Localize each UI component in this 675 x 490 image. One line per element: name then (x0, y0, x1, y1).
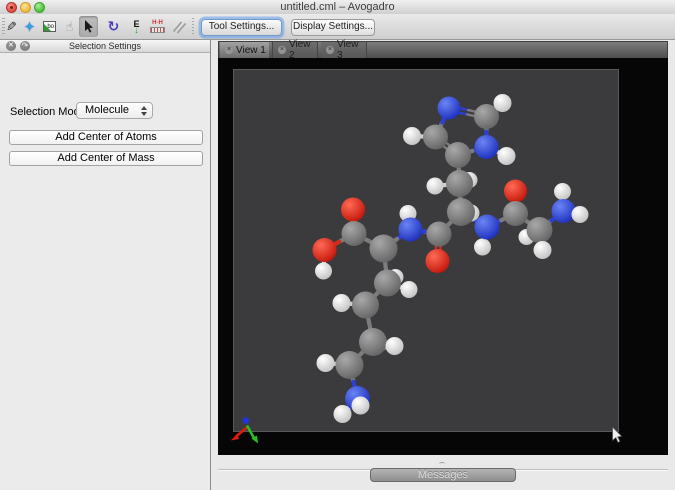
tab-view-3[interactable]: × View 3 (321, 42, 367, 58)
main-area: × View 1 × View 2 × View 3 Messages (211, 40, 675, 490)
window-title: untitled.cml – Avogadro (0, 1, 675, 14)
splitter-handle[interactable] (439, 462, 445, 466)
cursor-arrow-icon (83, 20, 95, 34)
tab-view-2[interactable]: × View 2 (272, 42, 318, 58)
align-lines-icon (172, 20, 186, 34)
panel-header: ✕ ↷ Selection Settings (0, 40, 210, 53)
selection-mode-dropdown[interactable]: Molecule (76, 102, 153, 119)
manipulate-tool-button[interactable]: ☝ (60, 16, 79, 37)
add-center-of-atoms-button[interactable]: Add Center of Atoms (9, 130, 203, 145)
bond-centric-tool-button[interactable]: bo (40, 16, 59, 37)
toolbar-separator (192, 18, 194, 36)
navigate-star-icon: ✦ (23, 18, 36, 36)
bond-order-icon: bo (43, 21, 56, 32)
display-settings-button[interactable]: Display Settings... (291, 19, 375, 36)
tab-close-icon[interactable]: × (225, 46, 233, 54)
align-tool-button[interactable] (169, 16, 188, 37)
toolbar: ✎ ✦ bo ☝ ↻ E ↓ H-H Tool Settings... Di (0, 14, 675, 40)
title-bar: untitled.cml – Avogadro (0, 0, 675, 15)
optimize-energy-icon: E ↓ (133, 21, 139, 33)
selection-tool-button[interactable] (79, 16, 98, 37)
tool-settings-button[interactable]: Tool Settings... (201, 19, 282, 36)
rotate-arrow-icon: ↻ (108, 18, 120, 35)
molecule-render (313, 94, 589, 423)
draw-tool-button[interactable]: ✎ (2, 16, 21, 37)
axis-y (247, 426, 255, 440)
axis-z (243, 417, 250, 424)
tab-label: View 1 (236, 45, 266, 56)
auto-rotate-tool-button[interactable]: ↻ (104, 16, 123, 37)
tab-close-icon[interactable]: × (278, 46, 286, 54)
selection-settings-panel: ✕ ↷ Selection Settings Selection Mode: M… (0, 40, 211, 490)
dropdown-stepper-icon (141, 106, 147, 116)
auto-optimize-tool-button[interactable]: E ↓ (127, 16, 146, 37)
measure-tool-button[interactable]: H-H (148, 16, 167, 37)
hand-icon: ☝ (66, 19, 74, 35)
mouse-cursor (613, 427, 622, 442)
selection-mode-value: Molecule (85, 104, 129, 116)
tab-close-icon[interactable]: × (326, 46, 334, 54)
messages-button[interactable]: Messages (370, 468, 516, 482)
molecule-viewport[interactable] (218, 58, 668, 455)
pencil-icon: ✎ (6, 19, 17, 35)
panel-title: Selection Settings (0, 41, 210, 51)
add-center-of-mass-button[interactable]: Add Center of Mass (9, 151, 203, 166)
axis-indicator (231, 417, 258, 443)
view-tab-bar: × View 1 × View 2 × View 3 (218, 41, 668, 58)
tab-view-1[interactable]: × View 1 (220, 42, 269, 58)
measure-ruler-icon: H-H (150, 21, 165, 33)
navigate-tool-button[interactable]: ✦ (20, 16, 39, 37)
molecule-canvas[interactable] (218, 58, 668, 455)
